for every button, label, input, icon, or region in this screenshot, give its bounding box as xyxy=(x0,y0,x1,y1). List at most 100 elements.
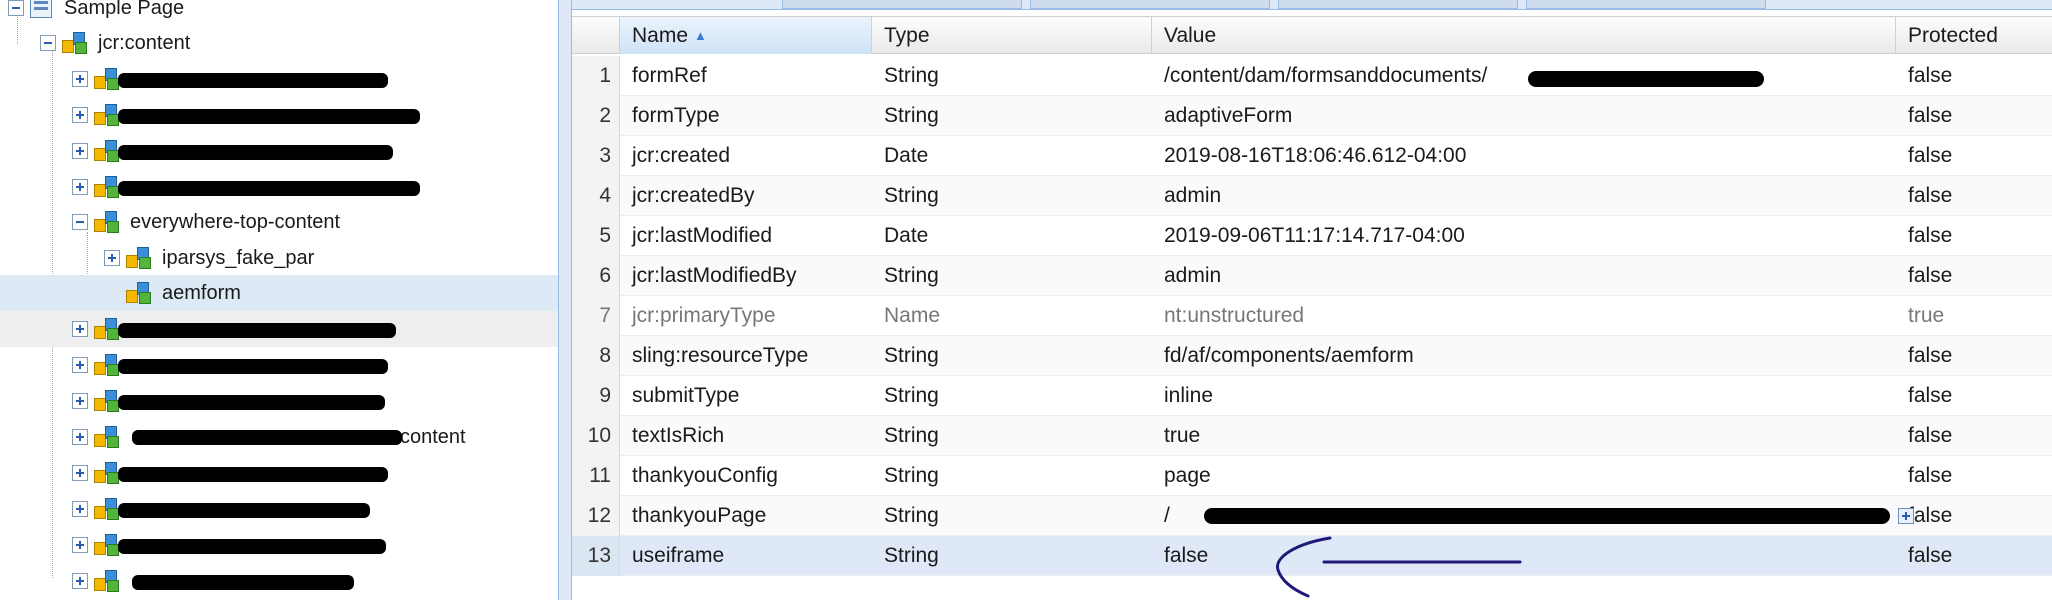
expand-toggle[interactable] xyxy=(72,179,88,195)
property-value-cell[interactable]: admin xyxy=(1152,176,1896,216)
column-header-value[interactable]: Value xyxy=(1152,17,1896,54)
property-protected-cell[interactable]: false xyxy=(1896,56,2052,96)
table-row[interactable]: 9 submitType String inline false xyxy=(572,376,2052,416)
property-name-cell[interactable]: submitType xyxy=(620,376,872,416)
property-value-cell[interactable]: inline xyxy=(1152,376,1896,416)
property-type-cell[interactable]: String xyxy=(872,336,1152,376)
property-value-cell[interactable]: 2019-08-16T18:06:46.612-04:00 xyxy=(1152,136,1896,176)
table-row[interactable]: 3 jcr:created Date 2019-08-16T18:06:46.612-… xyxy=(572,136,2052,176)
property-type-cell[interactable]: Name xyxy=(872,296,1152,336)
expand-toggle[interactable] xyxy=(72,501,88,517)
property-protected-cell[interactable]: false xyxy=(1896,96,2052,136)
expand-value-icon[interactable] xyxy=(1898,508,1914,524)
column-header-name[interactable]: Name ▲ xyxy=(620,17,872,54)
property-protected-cell[interactable]: false xyxy=(1896,496,2052,536)
property-value-cell[interactable]: admin xyxy=(1152,256,1896,296)
property-type-cell[interactable]: String xyxy=(872,96,1152,136)
property-protected-cell[interactable]: false xyxy=(1896,416,2052,456)
column-header-protected[interactable]: Protected xyxy=(1896,17,2052,54)
panel-splitter[interactable] xyxy=(558,0,572,600)
property-protected-cell[interactable]: false xyxy=(1896,456,2052,496)
property-name-cell[interactable]: jcr:lastModified xyxy=(620,216,872,256)
property-type-cell[interactable]: Date xyxy=(872,136,1152,176)
table-row[interactable]: 7 jcr:primaryType Name nt:unstructured true xyxy=(572,296,2052,336)
property-value-cell[interactable]: fd/af/components/aemform xyxy=(1152,336,1896,376)
property-protected-cell[interactable]: false xyxy=(1896,376,2052,416)
tree-item-redacted[interactable] xyxy=(0,347,558,383)
property-protected-cell[interactable]: true xyxy=(1896,296,2052,336)
tree-item-everywhere-top-content[interactable]: everywhere-top-content xyxy=(0,204,558,240)
property-protected-cell[interactable]: false xyxy=(1896,176,2052,216)
tree-item-redacted[interactable] xyxy=(0,133,558,169)
tab[interactable] xyxy=(1526,0,1766,9)
tree-item-jcr-content[interactable]: jcr:content xyxy=(0,25,558,61)
property-name-cell[interactable]: thankyouConfig xyxy=(620,456,872,496)
tree-item-redacted[interactable] xyxy=(0,563,558,599)
table-row[interactable]: 10 textIsRich String true false xyxy=(572,416,2052,456)
property-name-cell[interactable]: jcr:created xyxy=(620,136,872,176)
table-row[interactable]: 1 formRef String/content/dam/formsanddocum… xyxy=(572,56,2052,96)
tree-item-partially-redacted[interactable]: content xyxy=(0,419,558,455)
table-row[interactable]: 5 jcr:lastModified Date 2019-09-06T11:17:14… xyxy=(572,216,2052,256)
property-type-cell[interactable]: Date xyxy=(872,216,1152,256)
expand-toggle[interactable] xyxy=(72,393,88,409)
tree-item-redacted[interactable] xyxy=(0,169,558,205)
expand-toggle[interactable] xyxy=(72,321,88,337)
table-row[interactable]: 8 sling:resourceType String fd/af/component… xyxy=(572,336,2052,376)
property-name-cell[interactable]: formRef xyxy=(620,56,872,96)
property-value-cell[interactable]: adaptiveForm xyxy=(1152,96,1896,136)
tree-item-redacted[interactable] xyxy=(0,455,558,491)
expand-toggle[interactable] xyxy=(72,429,88,445)
tree-item-redacted[interactable] xyxy=(0,61,558,97)
tree-item-redacted[interactable] xyxy=(0,527,558,563)
expand-toggle[interactable] xyxy=(72,143,88,159)
property-protected-cell[interactable]: false xyxy=(1896,216,2052,256)
tree-item-redacted[interactable] xyxy=(0,97,558,133)
property-value-cell[interactable]: nt:unstructured xyxy=(1152,296,1896,336)
property-value-cell[interactable]: true xyxy=(1152,416,1896,456)
expand-toggle[interactable] xyxy=(72,107,88,123)
property-type-cell[interactable]: String xyxy=(872,376,1152,416)
expand-toggle[interactable] xyxy=(72,537,88,553)
property-type-cell[interactable]: String xyxy=(872,496,1152,536)
collapse-toggle[interactable] xyxy=(40,35,56,51)
property-type-cell[interactable]: String xyxy=(872,416,1152,456)
property-type-cell[interactable]: String xyxy=(872,536,1152,576)
tree-item-iparsys-fake-par[interactable]: iparsys_fake_par xyxy=(0,240,558,276)
property-type-cell[interactable]: String xyxy=(872,256,1152,296)
expand-toggle[interactable] xyxy=(72,357,88,373)
property-type-cell[interactable]: String xyxy=(872,456,1152,496)
tree-item-redacted[interactable] xyxy=(0,311,558,347)
property-value-cell[interactable]: /content/dam/formsanddocuments/ xyxy=(1152,56,1896,96)
tree-item-redacted[interactable] xyxy=(0,383,558,419)
expand-toggle[interactable] xyxy=(72,465,88,481)
property-name-cell[interactable]: jcr:primaryType xyxy=(620,296,872,336)
property-name-cell[interactable]: jcr:lastModifiedBy xyxy=(620,256,872,296)
collapse-toggle[interactable] xyxy=(72,214,88,230)
column-header-type[interactable]: Type xyxy=(872,17,1152,54)
expand-toggle[interactable] xyxy=(104,250,120,266)
tab[interactable] xyxy=(1278,0,1518,9)
property-protected-cell[interactable]: false xyxy=(1896,536,2052,576)
table-row[interactable]: 11 thankyouConfig String page false xyxy=(572,456,2052,496)
property-value-cell[interactable]: 2019-09-06T11:17:14.717-04:00 xyxy=(1152,216,1896,256)
table-row[interactable]: 2 formType String adaptiveForm false xyxy=(572,96,2052,136)
tree-item-redacted[interactable] xyxy=(0,491,558,527)
expand-toggle[interactable] xyxy=(72,71,88,87)
property-name-cell[interactable]: formType xyxy=(620,96,872,136)
tree-item-sample-page[interactable]: Sample Page xyxy=(0,0,558,26)
table-row[interactable]: 4 jcr:createdBy String admin false xyxy=(572,176,2052,216)
table-row[interactable]: 6 jcr:lastModifiedBy String admin false xyxy=(572,256,2052,296)
property-protected-cell[interactable]: false xyxy=(1896,256,2052,296)
property-name-cell[interactable]: useiframe xyxy=(620,536,872,576)
property-protected-cell[interactable]: false xyxy=(1896,136,2052,176)
tab[interactable] xyxy=(782,0,1022,9)
property-name-cell[interactable]: textIsRich xyxy=(620,416,872,456)
collapse-toggle[interactable] xyxy=(8,0,24,16)
property-value-cell[interactable]: page xyxy=(1152,456,1896,496)
property-type-cell[interactable]: String xyxy=(872,56,1152,96)
property-name-cell[interactable]: sling:resourceType xyxy=(620,336,872,376)
property-name-cell[interactable]: thankyouPage xyxy=(620,496,872,536)
property-protected-cell[interactable]: false xyxy=(1896,336,2052,376)
expand-toggle[interactable] xyxy=(72,573,88,589)
